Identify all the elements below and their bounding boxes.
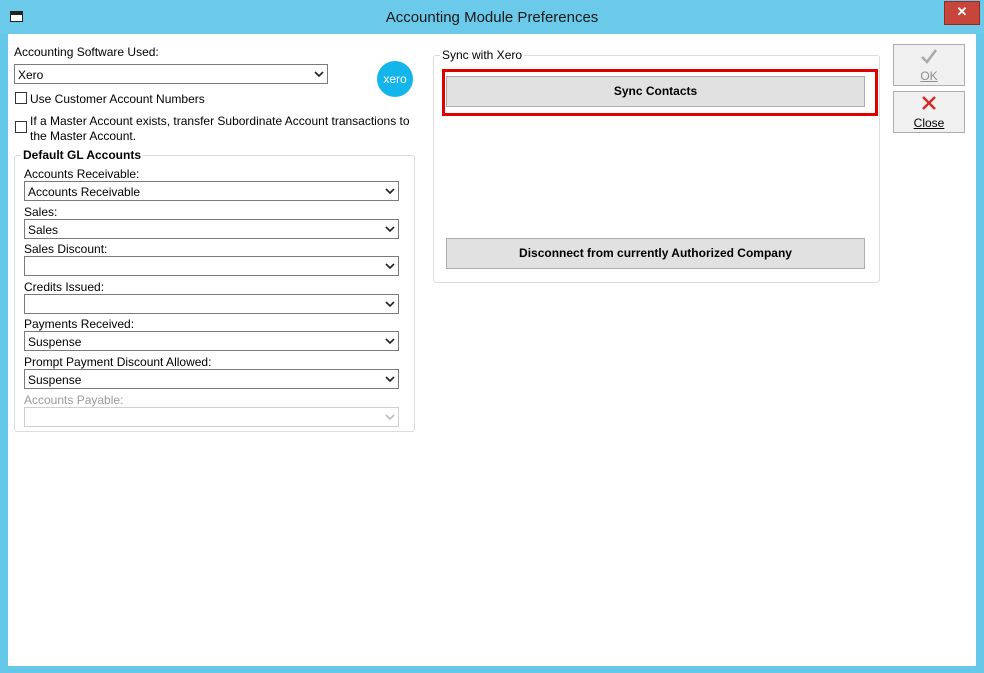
chevron-down-icon [385,338,395,345]
sync-contacts-button[interactable]: Sync Contacts [446,76,865,107]
close-label: Close [913,116,945,130]
payments-received-select[interactable]: Suspense [24,331,399,351]
prompt-payment-select[interactable]: Suspense [24,369,399,389]
software-select[interactable]: Xero [14,64,328,84]
software-label: Accounting Software Used: [14,45,159,59]
ar-value: Accounts Receivable [28,185,141,199]
chevron-down-icon [314,71,324,78]
master-account-checkbox[interactable] [15,121,27,133]
use-customer-numbers-label: Use Customer Account Numbers [30,92,205,106]
window: Accounting Module Preferences ✕ Accounti… [0,0,984,673]
ok-label: OK [920,69,938,83]
ok-button[interactable]: OK [893,44,965,86]
credits-issued-select[interactable] [24,294,399,314]
master-account-label-line2: the Master Account. [30,129,137,143]
master-account-label-line1: If a Master Account exists, transfer Sub… [30,114,410,128]
dialog-body: Accounting Software Used: Xero xero Use … [8,34,976,666]
payments-received-value: Suspense [28,335,82,349]
credits-issued-label: Credits Issued: [24,280,105,294]
use-customer-numbers-checkbox[interactable] [15,92,27,104]
chevron-down-icon [385,376,395,383]
checkmark-icon [894,48,964,67]
window-title: Accounting Module Preferences [385,9,599,26]
sales-value: Sales [28,223,59,237]
close-button[interactable]: Close [893,91,965,133]
prompt-payment-value: Suspense [28,373,82,387]
sales-discount-label: Sales Discount: [24,242,108,256]
xero-logo: xero [377,61,413,97]
chevron-down-icon [385,188,395,195]
chevron-down-icon [385,226,395,233]
chevron-down-icon [385,301,395,308]
sales-label: Sales: [24,205,58,219]
disconnect-button[interactable]: Disconnect from currently Authorized Com… [446,238,865,269]
prompt-payment-label: Prompt Payment Discount Allowed: [24,355,212,369]
sales-select[interactable]: Sales [24,219,399,239]
payments-received-label: Payments Received: [24,317,135,331]
default-gl-title: Default GL Accounts [21,148,144,162]
ar-select[interactable]: Accounts Receivable [24,181,399,201]
title-bar: Accounting Module Preferences ✕ [0,0,984,34]
software-value: Xero [18,68,44,82]
sync-group-title: Sync with Xero [440,48,525,62]
chevron-down-icon [385,414,395,421]
close-icon [894,95,964,114]
ar-label: Accounts Receivable: [24,167,140,181]
window-close-button[interactable]: ✕ [944,1,980,25]
sales-discount-select[interactable] [24,256,399,276]
accounts-payable-label: Accounts Payable: [24,393,124,407]
chevron-down-icon [385,263,395,270]
accounts-payable-select [24,407,399,427]
close-icon: ✕ [956,4,968,19]
